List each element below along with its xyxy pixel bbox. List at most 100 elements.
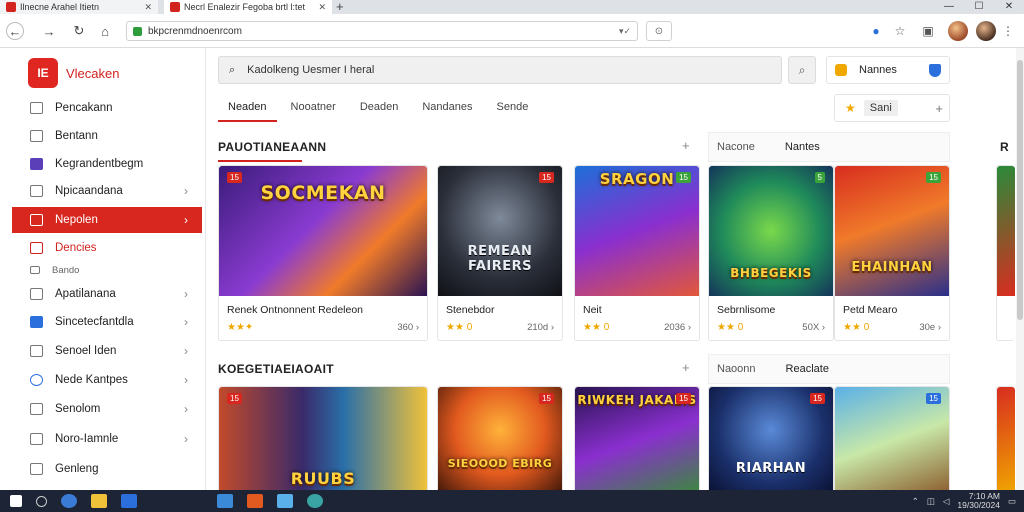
search-icon[interactable]	[36, 495, 47, 507]
close-window-icon[interactable]: ✕	[994, 0, 1024, 14]
section-filter: Naoonn Reaclate	[708, 354, 950, 384]
main-content: ⌕ Kadolkeng Uesmer I heral ⌕ Nannes Nead…	[206, 48, 1016, 496]
back-icon[interactable]: ←	[6, 22, 24, 40]
game-card[interactable]: 15	[834, 386, 950, 496]
game-card[interactable]: RUUBS 15	[218, 386, 428, 496]
expand-section-icon[interactable]: +	[682, 138, 690, 153]
game-cover-image	[997, 387, 1015, 495]
sidebar-item-8[interactable]: Sincetecfantdla ›	[0, 309, 202, 335]
search-icon: ⌕	[229, 63, 236, 76]
chevron-right-icon: ›	[184, 432, 188, 446]
sidebar-item-label: Kegrandentbegm	[55, 158, 144, 170]
extension-button[interactable]: ⊙	[646, 21, 672, 41]
game-card[interactable]: SIEOOOD EBIRG 15	[437, 386, 563, 496]
sidebar-item-6[interactable]: Bando	[0, 261, 202, 279]
browser-tab-1[interactable]: Ilnecne Arahel Itietn ✕	[0, 0, 158, 14]
sidebar-item-5[interactable]: Dencies	[0, 235, 202, 261]
sidebar-item-label: Nepolen	[55, 214, 98, 226]
game-card[interactable]: REMEAN FAIRERS 15 Stenebdor ★★ 0 210d ›	[437, 165, 563, 341]
maximize-icon[interactable]: ☐	[964, 0, 994, 14]
section-filter-option[interactable]: Nacone	[717, 141, 755, 153]
sort-select[interactable]: Sani	[863, 100, 898, 116]
age-badge: 15	[227, 172, 242, 183]
gift-icon	[30, 242, 43, 254]
game-app-icon[interactable]	[247, 494, 263, 508]
add-icon[interactable]: +	[935, 101, 943, 116]
cut-off-heading: R	[1000, 140, 1009, 154]
sidebar-item-active[interactable]: Nepolen ›	[12, 207, 202, 233]
clock[interactable]: 7:10 AM 19/30/2024	[957, 492, 1000, 510]
review-count: 360 ›	[397, 322, 419, 333]
volume-icon[interactable]: ◁	[943, 496, 950, 507]
sidebar-item-label: Pencakann	[55, 102, 113, 114]
vertical-scrollbar[interactable]	[1016, 48, 1024, 490]
scrollbar-thumb[interactable]	[1017, 60, 1023, 320]
section-filter-option[interactable]: Naoonn	[717, 363, 756, 375]
network-icon[interactable]: ◫	[927, 496, 935, 507]
game-card[interactable]: SOCMEKAN 15 Renek Ontnonnent Redeleon ★★…	[218, 165, 428, 341]
chevron-up-icon[interactable]: ⌃	[912, 496, 919, 507]
bookmark-star-icon[interactable]: ☆	[892, 23, 908, 39]
tab-2[interactable]: Deaden	[350, 96, 409, 122]
app-icon[interactable]	[217, 494, 233, 508]
minimize-icon[interactable]: —	[934, 0, 964, 14]
app-logo[interactable]: IE Vlecaken	[28, 58, 119, 88]
reload-icon[interactable]: ↻	[70, 22, 88, 40]
close-tab-icon[interactable]: ✕	[318, 2, 326, 13]
sidebar-item-1[interactable]: Bentann	[0, 123, 202, 149]
file-explorer-icon[interactable]	[91, 494, 107, 508]
sidebar-item-label: Noro-Iamnle	[55, 433, 119, 445]
sidebar-item-3[interactable]: Npicaandana ›	[0, 178, 202, 204]
tab-3[interactable]: Nandanes	[412, 96, 482, 122]
sidebar-item-9[interactable]: Senoel Iden ›	[0, 338, 202, 364]
tab-4[interactable]: Sende	[487, 96, 539, 122]
age-badge: 15	[539, 172, 554, 183]
tab-0[interactable]: Neaden	[218, 96, 277, 122]
sidebar-item-label: Nede Kantpes	[55, 374, 128, 386]
game-card-partial[interactable]	[996, 165, 1015, 341]
sidebar-item-2[interactable]: Kegrandentbegm	[0, 151, 202, 177]
close-tab-icon[interactable]: ✕	[144, 2, 152, 13]
sidebar-item-11[interactable]: Senolom ›	[0, 396, 202, 422]
chat-icon[interactable]	[307, 494, 323, 508]
account-avatar[interactable]	[976, 21, 996, 41]
sidebar-item-10[interactable]: Nede Kantpes ›	[0, 367, 202, 393]
forward-icon[interactable]: →	[40, 22, 58, 40]
browser-tab-2[interactable]: Necrl Enalezir Fegoba brtl l:tet ✕	[164, 0, 332, 14]
sidebar-item-7[interactable]: Apatilanana ›	[0, 281, 202, 307]
new-tab-icon[interactable]: +	[336, 0, 344, 14]
section-filter-option[interactable]: Reaclate	[786, 363, 829, 375]
shield-extension-icon[interactable]: ●	[868, 23, 884, 39]
notification-icon[interactable]: ▭	[1008, 496, 1016, 507]
profile-avatar[interactable]	[948, 21, 968, 41]
chevron-right-icon: ›	[184, 373, 188, 387]
game-card[interactable]: RIARHAN 15	[708, 386, 834, 496]
sidebar-item-12[interactable]: Noro-Iamnle ›	[0, 426, 202, 452]
windows-start-icon[interactable]	[10, 495, 22, 507]
game-card[interactable]: SRAGON 15 Neit ★★ 0 2036 ›	[574, 165, 700, 341]
chevron-right-icon: ›	[184, 344, 188, 358]
edge-browser-icon[interactable]	[61, 494, 77, 508]
expand-section-icon[interactable]: +	[682, 360, 690, 375]
sidebar-item-0[interactable]: Pencakann	[0, 95, 202, 121]
menu-icon[interactable]: ⋮	[1000, 23, 1016, 39]
cast-icon[interactable]: ▣	[920, 23, 936, 39]
tab-1[interactable]: Nooatner	[281, 96, 346, 122]
mail-icon[interactable]	[277, 494, 293, 508]
search-input[interactable]: ⌕ Kadolkeng Uesmer I heral	[218, 56, 782, 84]
game-card[interactable]: BHBEGEKIS 5 Sebrnlisome ★★ 0 50X ›	[708, 165, 834, 341]
section-filter-option[interactable]: Nantes	[785, 141, 820, 153]
sidebar-item-13[interactable]: Genleng	[0, 456, 202, 482]
address-bar[interactable]: bkpcrenmdnoenrcom ▾✓	[126, 21, 638, 41]
sort-control[interactable]: ★ Sani +	[834, 94, 950, 122]
dropdown-chevron-icon[interactable]: ▾✓	[619, 26, 631, 37]
game-card-partial[interactable]	[996, 386, 1015, 496]
game-card[interactable]: RIWKEH JAKAEIS 15	[574, 386, 700, 496]
store-icon[interactable]	[121, 494, 137, 508]
game-card[interactable]: EHAINHAN 15 Petd Mearo ★★ 0 30e ›	[834, 165, 950, 341]
home-icon[interactable]: ⌂	[96, 22, 114, 40]
user-menu[interactable]: Nannes	[826, 56, 950, 84]
chevron-right-icon: ›	[184, 402, 188, 416]
compass-icon	[30, 374, 43, 386]
search-button[interactable]: ⌕	[788, 56, 816, 84]
